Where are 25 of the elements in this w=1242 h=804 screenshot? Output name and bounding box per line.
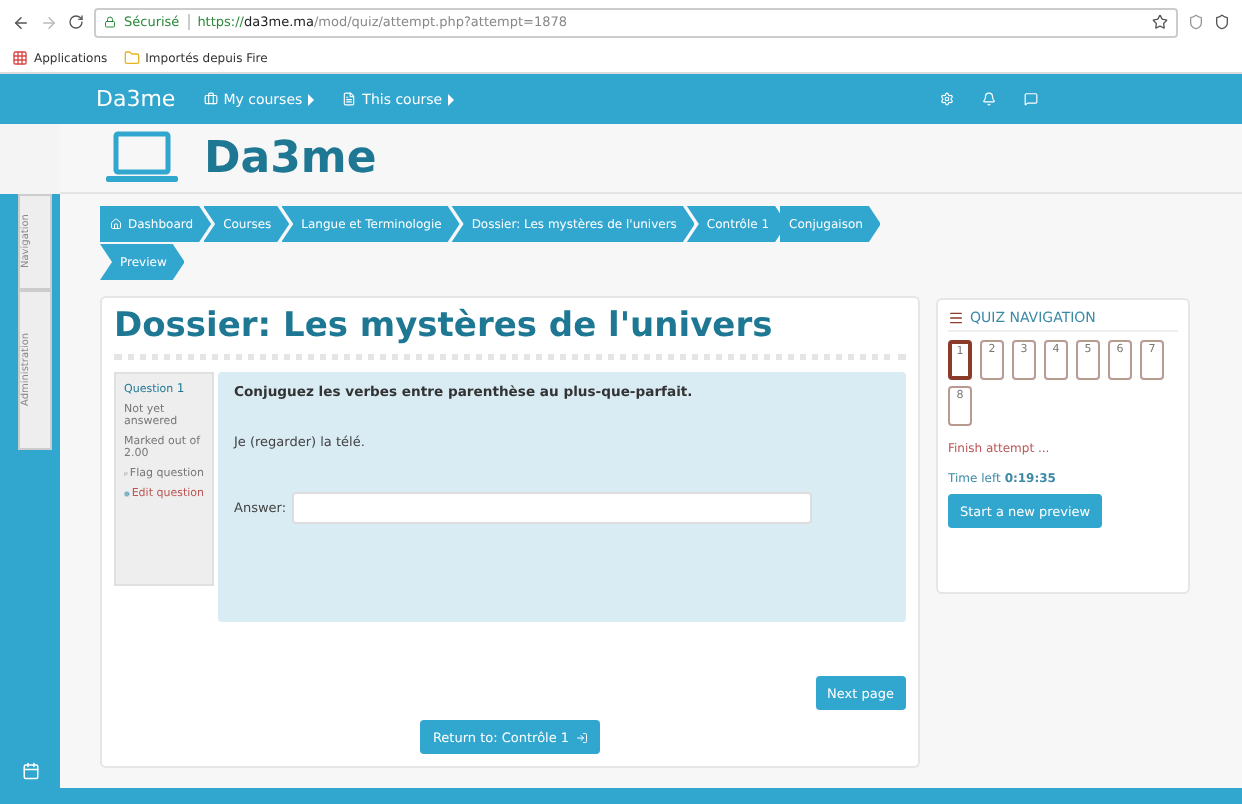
answer-field[interactable]: [292, 492, 813, 524]
extension-icon[interactable]: [1188, 14, 1204, 30]
reload-icon[interactable]: [68, 14, 84, 30]
brand-link[interactable]: Da3me: [96, 86, 176, 112]
lock-icon: [104, 16, 116, 28]
apps-icon: [12, 50, 28, 66]
shield-icon[interactable]: [1214, 14, 1230, 30]
back-icon[interactable]: [12, 13, 30, 31]
bell-icon[interactable]: [982, 92, 996, 106]
forward-icon[interactable]: [40, 13, 58, 31]
page-title: Dossier: Les mystères de l'univers: [114, 306, 906, 360]
caret-icon: [448, 93, 455, 105]
laptop-icon: [104, 130, 180, 186]
caret-icon: [308, 93, 315, 105]
home-icon: [110, 218, 122, 230]
star-icon[interactable]: [1152, 14, 1168, 30]
calendar-icon[interactable]: [21, 762, 39, 780]
menu-icon: [948, 310, 964, 326]
document-icon: [342, 92, 357, 106]
settings-icon[interactable]: [940, 92, 954, 106]
folder-icon: [123, 50, 140, 66]
site-name: Da3me: [204, 133, 377, 183]
sign-in-icon: [575, 731, 588, 743]
briefcase-icon: [203, 92, 218, 106]
chat-icon[interactable]: [1024, 92, 1038, 106]
